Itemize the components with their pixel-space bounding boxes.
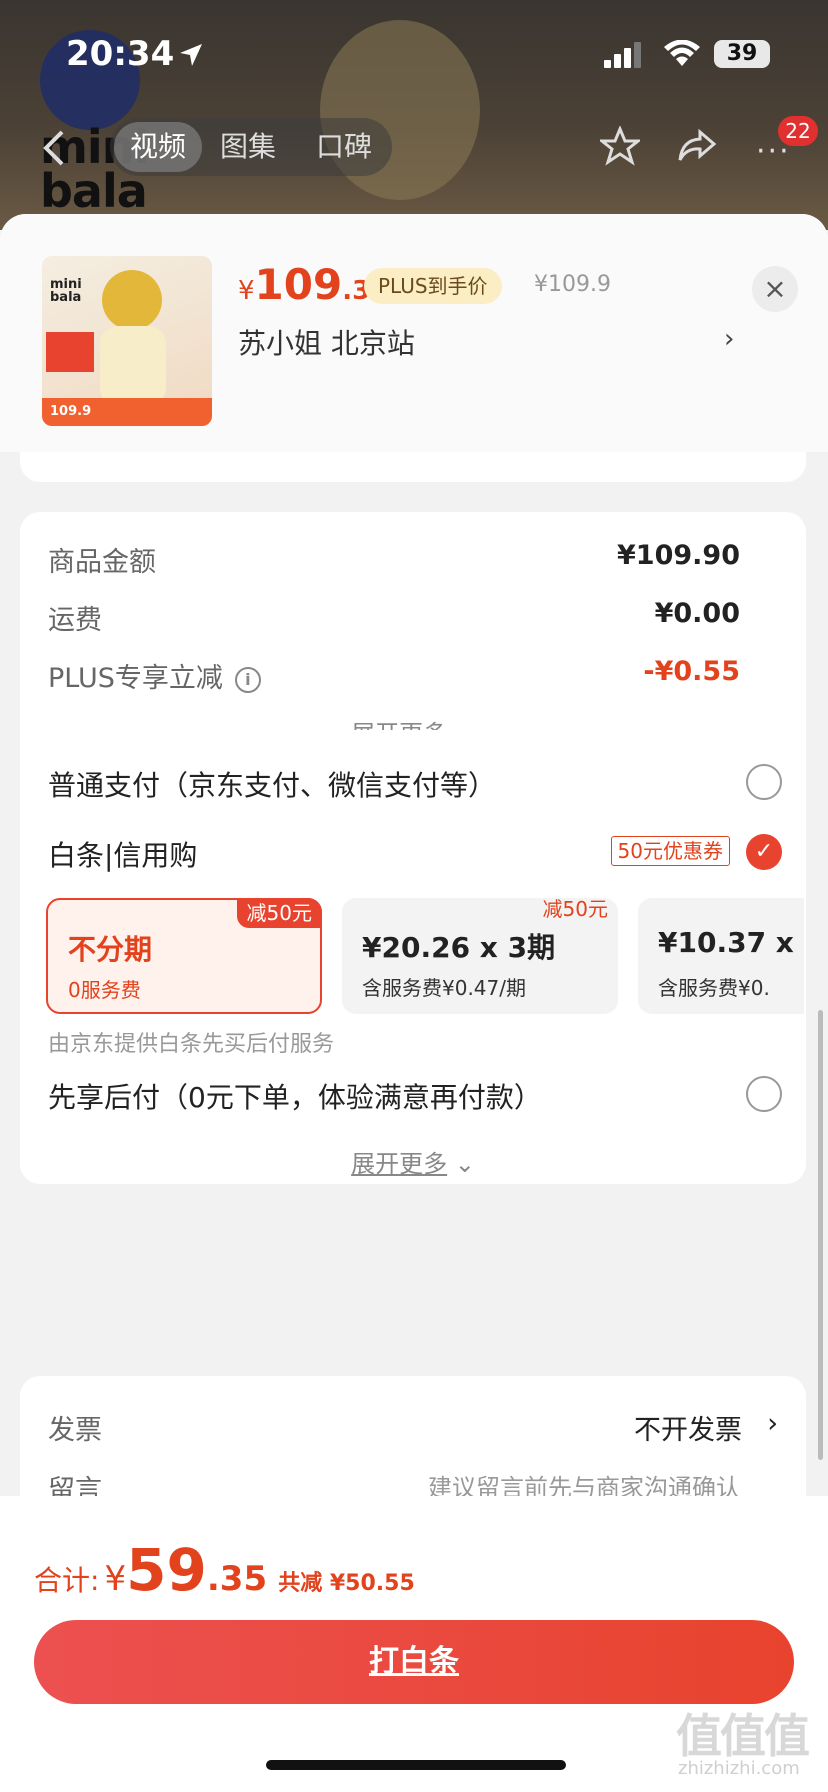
provider-note: 由京东提供白条先买后付服务 bbox=[48, 1032, 335, 1057]
installment-3[interactable]: 减50元 ¥20.26 x 3期 含服务费¥0.47/期 bbox=[342, 898, 618, 1014]
previous-card-edge bbox=[20, 452, 806, 482]
summary-value: ¥109.90 bbox=[617, 540, 740, 571]
expand-label: 展开更多 bbox=[351, 1150, 448, 1178]
total-decimal: .35 bbox=[206, 1559, 268, 1599]
back-chevron-icon[interactable] bbox=[38, 128, 68, 168]
chevron-right-icon: › bbox=[767, 1408, 778, 1439]
summary-row-plus-discount: PLUS专享立减 i -¥0.55 bbox=[48, 656, 740, 696]
tab-video[interactable]: 视频 bbox=[114, 122, 203, 172]
expand-more-payment[interactable]: 展开更多 ⌄ bbox=[20, 1144, 806, 1179]
thumb-price: 109.9 bbox=[50, 404, 92, 419]
total-integer: 59 bbox=[126, 1536, 207, 1604]
close-button[interactable]: × bbox=[752, 266, 798, 312]
battery-icon: 39 bbox=[714, 40, 770, 68]
installment-fee: 含服务费¥0. bbox=[658, 976, 770, 1000]
status-time: 20:34 bbox=[66, 34, 175, 74]
summary-value: ¥0.00 bbox=[654, 598, 740, 629]
coupon-tag[interactable]: 50元优惠券 bbox=[610, 836, 730, 866]
installment-6[interactable]: ¥10.37 x 含服务费¥0. bbox=[638, 898, 804, 1014]
product-header: minibala 109.9 ¥109.35 PLUS到手价 ¥109.9 × … bbox=[0, 214, 828, 452]
installment-fee: 含服务费¥0.47/期 bbox=[362, 976, 526, 1000]
summary-label: 运费 bbox=[48, 605, 102, 636]
invoice-value: 不开发票 bbox=[634, 1415, 742, 1446]
installment-main: 不分期 bbox=[68, 933, 153, 966]
chevron-down-icon: ⌄ bbox=[454, 1150, 475, 1178]
installment-main: ¥10.37 x bbox=[658, 926, 794, 959]
thumb-kid-head bbox=[102, 270, 162, 330]
installment-fee: 0服务费 bbox=[68, 978, 141, 1002]
total-symbol: ¥ bbox=[104, 1559, 127, 1599]
plus-price-badge: PLUS到手价 bbox=[364, 268, 502, 304]
summary-label: 商品金额 bbox=[48, 547, 156, 578]
invoice-label: 发票 bbox=[48, 1415, 102, 1446]
home-indicator bbox=[266, 1760, 566, 1770]
payment-option-normal[interactable]: 普通支付（京东支付、微信支付等） bbox=[48, 764, 782, 808]
watermark-url: zhizhizhi.com bbox=[678, 1758, 800, 1779]
scrollbar[interactable] bbox=[818, 1010, 823, 1460]
invoice-row[interactable]: 发票 不开发票 › bbox=[48, 1408, 778, 1448]
info-icon[interactable]: i bbox=[234, 667, 261, 693]
thumb-kid-body bbox=[100, 326, 166, 406]
pay-with-baitiao-button[interactable]: 打白条 bbox=[34, 1620, 794, 1704]
status-bar: 20:34 39 bbox=[0, 0, 828, 100]
wifi-icon bbox=[664, 40, 700, 66]
payment-option-pay-later[interactable]: 先享后付（0元下单，体验满意再付款） bbox=[48, 1076, 782, 1120]
plus-discount-label: PLUS专享立减 bbox=[48, 663, 223, 694]
payment-option-baitiao[interactable]: 白条|信用购 50元优惠券 ✓ bbox=[48, 834, 782, 878]
delivery-address[interactable]: 苏小姐 北京站 bbox=[238, 322, 415, 362]
cellular-signal-icon bbox=[604, 42, 641, 68]
total-savings: 共减 ¥50.55 bbox=[278, 1571, 415, 1596]
price-integer: 109 bbox=[254, 260, 343, 309]
thumb-logo: mini bala bbox=[50, 277, 82, 305]
original-price: ¥109.9 bbox=[534, 272, 611, 297]
chevron-right-icon[interactable]: › bbox=[724, 324, 734, 354]
watermark-logo: 值值值 bbox=[676, 1709, 810, 1763]
discount-corner-tag: 减50元 bbox=[542, 898, 608, 921]
price-symbol: ¥ bbox=[238, 276, 255, 306]
payment-option-label: 普通支付（京东支付、微信支付等） bbox=[48, 769, 497, 802]
media-tabs: 视频 图集 口碑 bbox=[110, 118, 392, 176]
installment-none[interactable]: 减50元 不分期 0服务费 bbox=[46, 898, 322, 1014]
payment-option-label: 先享后付（0元下单，体验满意再付款） bbox=[48, 1081, 542, 1114]
product-thumbnail: mini bala 109.9 bbox=[42, 256, 212, 426]
installment-options: 减50元 不分期 0服务费 减50元 ¥20.26 x 3期 含服务费¥0.47… bbox=[46, 898, 804, 1018]
thumb-promo-tag bbox=[46, 332, 94, 372]
check-icon[interactable]: ✓ bbox=[746, 834, 782, 870]
order-total: 合计: ¥59.35 共减 ¥50.55 bbox=[34, 1536, 415, 1604]
discount-corner-tag: 减50元 bbox=[236, 898, 322, 928]
thumb-promo-strip: 109.9 bbox=[42, 398, 212, 426]
total-label: 合计: bbox=[34, 1564, 100, 1597]
payment-method-card: 普通支付（京东支付、微信支付等） 白条|信用购 50元优惠券 ✓ 减50元 不分… bbox=[20, 730, 806, 1184]
payment-option-label: 白条|信用购 bbox=[48, 839, 198, 872]
location-arrow-icon bbox=[180, 44, 202, 66]
radio-unchecked[interactable] bbox=[746, 764, 782, 800]
tab-gallery[interactable]: 图集 bbox=[220, 118, 276, 176]
installment-main: ¥20.26 x 3期 bbox=[362, 931, 556, 964]
summary-row-goods: 商品金额 ¥109.90 bbox=[48, 540, 740, 580]
summary-value: -¥0.55 bbox=[643, 656, 740, 687]
tab-reviews[interactable]: 口碑 bbox=[316, 118, 372, 176]
star-icon[interactable] bbox=[600, 126, 640, 166]
notification-badge: 22 bbox=[778, 116, 818, 146]
radio-unchecked[interactable] bbox=[746, 1076, 782, 1112]
summary-label: PLUS专享立减 i bbox=[48, 656, 261, 695]
share-icon[interactable] bbox=[676, 126, 718, 166]
summary-row-shipping: 运费 ¥0.00 bbox=[48, 598, 740, 638]
